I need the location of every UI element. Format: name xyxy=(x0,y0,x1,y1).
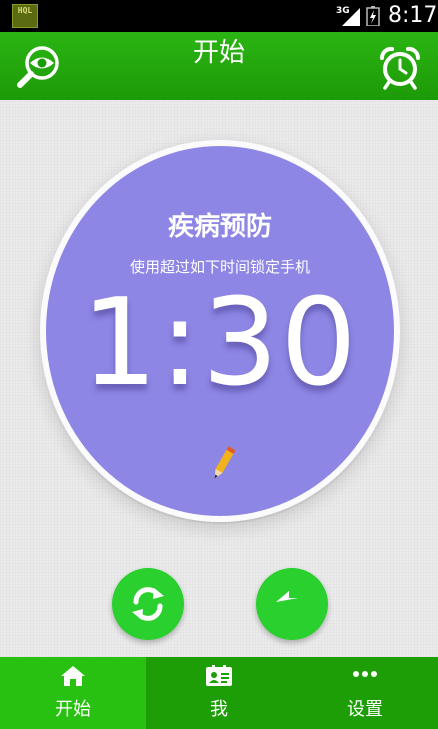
pencil-icon xyxy=(214,446,236,479)
nav-me-label: 我 xyxy=(210,699,228,720)
alarm-clock-icon xyxy=(379,46,421,90)
eye-search-button[interactable] xyxy=(14,44,64,90)
search-eye-icon xyxy=(17,46,59,88)
app-notification-icon: HQL xyxy=(12,4,38,28)
bottom-nav: 开始 我 设置 xyxy=(0,657,438,729)
home-icon xyxy=(61,666,85,686)
clock: 8:17 xyxy=(388,3,438,28)
status-bar: HQL 3G 8:17 xyxy=(0,0,438,32)
nav-settings[interactable]: 设置 xyxy=(292,657,438,729)
timer-dial: 疾病预防 使用超过如下时间锁定手机 1:30 xyxy=(40,140,400,522)
edit-time-button[interactable] xyxy=(208,444,238,484)
back-arrow-icon xyxy=(276,591,298,602)
refresh-button[interactable] xyxy=(112,568,184,640)
profile-card-icon xyxy=(206,665,232,686)
more-dots-icon xyxy=(353,671,377,677)
nav-start-label: 开始 xyxy=(55,699,91,720)
signal-icon xyxy=(342,8,360,26)
page-title: 开始 xyxy=(192,38,245,68)
nav-start[interactable]: 开始 xyxy=(0,657,146,729)
lock-time-display: 1:30 xyxy=(81,274,359,413)
title-bar: 开始 xyxy=(0,32,438,100)
timer-dial-face[interactable]: 疾病预防 使用超过如下时间锁定手机 1:30 xyxy=(46,146,394,516)
nav-me[interactable]: 我 xyxy=(146,657,292,729)
alarm-button[interactable] xyxy=(376,44,424,90)
mode-title: 疾病预防 xyxy=(167,212,272,242)
back-button[interactable] xyxy=(256,568,328,640)
nav-settings-label: 设置 xyxy=(347,699,383,720)
main-content: 疾病预防 使用超过如下时间锁定手机 1:30 xyxy=(0,100,438,657)
battery-icon xyxy=(366,6,380,26)
refresh-icon xyxy=(132,587,164,621)
